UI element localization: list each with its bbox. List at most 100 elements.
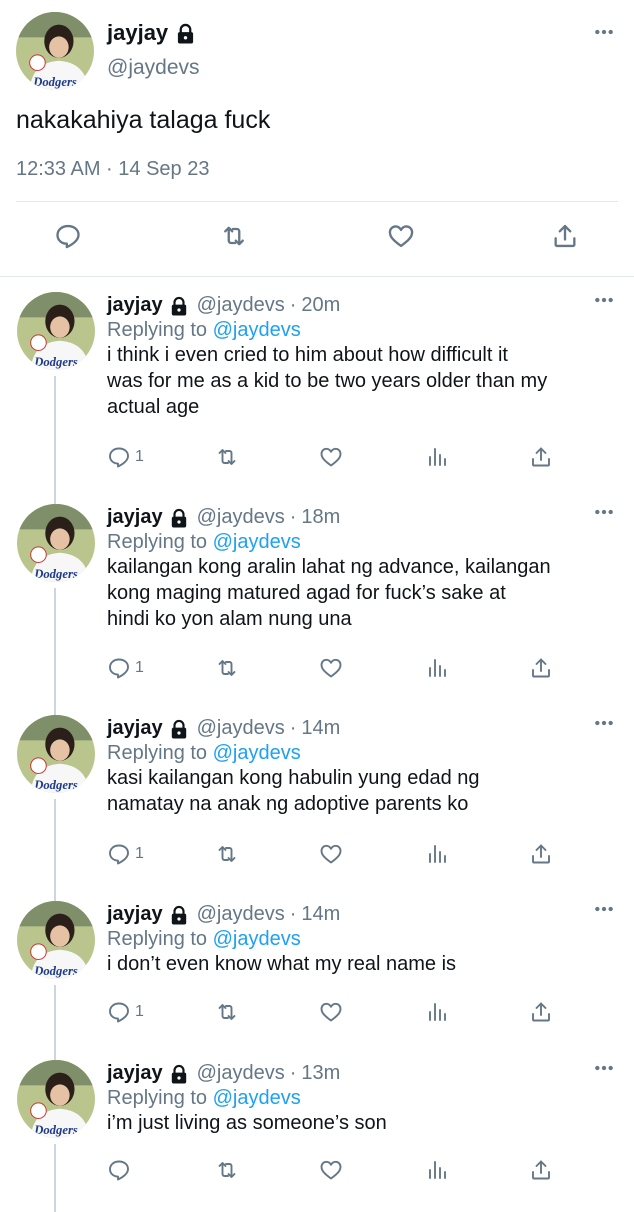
avatar[interactable] <box>16 12 94 90</box>
reply-icon[interactable] <box>54 222 82 250</box>
replying-label: Replying to <box>107 742 208 764</box>
reply-tweet[interactable]: jayjay @jaydevs · 20m Replying to @jayde… <box>0 280 634 504</box>
reply-icon[interactable] <box>107 842 131 866</box>
retweet-button[interactable] <box>215 1158 239 1182</box>
author-handle[interactable]: @jaydevs <box>197 903 285 926</box>
like-button[interactable] <box>319 1000 343 1024</box>
reply-tweet[interactable]: jayjay @jaydevs · 14m Replying to @jayde… <box>0 703 634 901</box>
tweet-timestamp[interactable]: 12:33 AM · 14 Sep 23 <box>16 158 209 181</box>
mention-link[interactable]: @jaydevs <box>213 742 301 764</box>
retweet-icon[interactable] <box>215 1000 239 1024</box>
author-name[interactable]: jayjay <box>107 294 163 317</box>
views-icon[interactable] <box>425 1000 449 1024</box>
author-name[interactable]: jayjay <box>107 1062 163 1085</box>
thread-line <box>54 1144 56 1212</box>
reply-icon[interactable] <box>107 1000 131 1024</box>
retweet-button[interactable] <box>215 1000 239 1024</box>
avatar[interactable] <box>17 1060 95 1138</box>
reply-tweet[interactable]: jayjay @jaydevs · 13m Replying to @jayde… <box>0 1048 634 1212</box>
author-name-row[interactable]: jayjay <box>107 20 195 46</box>
like-button[interactable] <box>319 842 343 866</box>
more-icon[interactable] <box>594 1064 614 1072</box>
retweet-icon[interactable] <box>215 656 239 680</box>
share-button[interactable] <box>529 1000 553 1024</box>
retweet-button[interactable] <box>215 656 239 680</box>
author-name[interactable]: jayjay <box>107 903 163 926</box>
author-handle[interactable]: @jaydevs <box>197 717 285 740</box>
share-button[interactable] <box>529 445 553 469</box>
reply-button[interactable]: 1 <box>107 656 144 680</box>
views-button[interactable] <box>425 656 449 680</box>
replying-label: Replying to <box>107 1087 208 1109</box>
views-button[interactable] <box>425 1000 449 1024</box>
author-handle[interactable]: @jaydevs <box>197 506 285 529</box>
more-icon[interactable] <box>594 905 614 913</box>
like-button[interactable] <box>319 445 343 469</box>
mention-link[interactable]: @jaydevs <box>213 531 301 553</box>
mention-link[interactable]: @jaydevs <box>213 928 301 950</box>
author-name[interactable]: jayjay <box>107 20 168 46</box>
share-button[interactable] <box>529 842 553 866</box>
like-icon[interactable] <box>319 656 343 680</box>
author-name[interactable]: jayjay <box>107 506 163 529</box>
reply-time[interactable]: 20m <box>301 294 340 317</box>
reply-tweet[interactable]: jayjay @jaydevs · 18m Replying to @jayde… <box>0 492 634 715</box>
views-icon[interactable] <box>425 656 449 680</box>
like-icon[interactable] <box>319 445 343 469</box>
author-handle[interactable]: @jaydevs <box>197 1062 285 1085</box>
like-button[interactable] <box>319 1158 343 1182</box>
author-handle[interactable]: @jaydevs <box>107 56 200 80</box>
reply-button[interactable]: 1 <box>107 842 144 866</box>
views-icon[interactable] <box>425 1158 449 1182</box>
reply-text: kasi kailangan kong habulin yung edad ng… <box>107 765 617 817</box>
reply-time[interactable]: 13m <box>301 1062 340 1085</box>
like-button[interactable] <box>319 656 343 680</box>
reply-button[interactable]: 1 <box>107 445 144 469</box>
share-icon[interactable] <box>529 1000 553 1024</box>
reply-icon[interactable] <box>107 656 131 680</box>
views-icon[interactable] <box>425 445 449 469</box>
retweet-button[interactable] <box>215 842 239 866</box>
author-name[interactable]: jayjay <box>107 717 163 740</box>
like-icon[interactable] <box>319 1158 343 1182</box>
reply-time[interactable]: 18m <box>301 506 340 529</box>
share-icon[interactable] <box>529 842 553 866</box>
avatar[interactable] <box>17 901 95 979</box>
share-button[interactable] <box>529 1158 553 1182</box>
share-icon[interactable] <box>529 1158 553 1182</box>
mention-link[interactable]: @jaydevs <box>213 319 301 341</box>
share-icon[interactable] <box>529 656 553 680</box>
more-icon[interactable] <box>594 28 614 36</box>
like-icon[interactable] <box>319 842 343 866</box>
retweet-icon[interactable] <box>215 842 239 866</box>
reply-text-line: was for me as a kid to be two years olde… <box>107 370 548 392</box>
share-button[interactable] <box>529 656 553 680</box>
views-button[interactable] <box>425 1158 449 1182</box>
reply-time[interactable]: 14m <box>301 717 340 740</box>
views-button[interactable] <box>425 445 449 469</box>
avatar[interactable] <box>17 292 95 370</box>
views-icon[interactable] <box>425 842 449 866</box>
retweet-icon[interactable] <box>215 1158 239 1182</box>
avatar[interactable] <box>17 504 95 582</box>
retweet-icon[interactable] <box>220 222 248 250</box>
reply-icon[interactable] <box>107 445 131 469</box>
reply-button[interactable] <box>107 1158 135 1182</box>
more-icon[interactable] <box>594 508 614 516</box>
reply-button[interactable]: 1 <box>107 1000 144 1024</box>
reply-icon[interactable] <box>107 1158 131 1182</box>
views-button[interactable] <box>425 842 449 866</box>
mention-link[interactable]: @jaydevs <box>213 1087 301 1109</box>
more-icon[interactable] <box>594 296 614 304</box>
more-icon[interactable] <box>594 719 614 727</box>
share-icon[interactable] <box>529 445 553 469</box>
retweet-button[interactable] <box>215 445 239 469</box>
like-icon[interactable] <box>319 1000 343 1024</box>
like-icon[interactable] <box>387 222 415 250</box>
reply-tweet[interactable]: jayjay @jaydevs · 14m Replying to @jayde… <box>0 889 634 1060</box>
reply-time[interactable]: 14m <box>301 903 340 926</box>
author-handle[interactable]: @jaydevs <box>197 294 285 317</box>
avatar[interactable] <box>17 715 95 793</box>
retweet-icon[interactable] <box>215 445 239 469</box>
share-icon[interactable] <box>551 222 579 250</box>
